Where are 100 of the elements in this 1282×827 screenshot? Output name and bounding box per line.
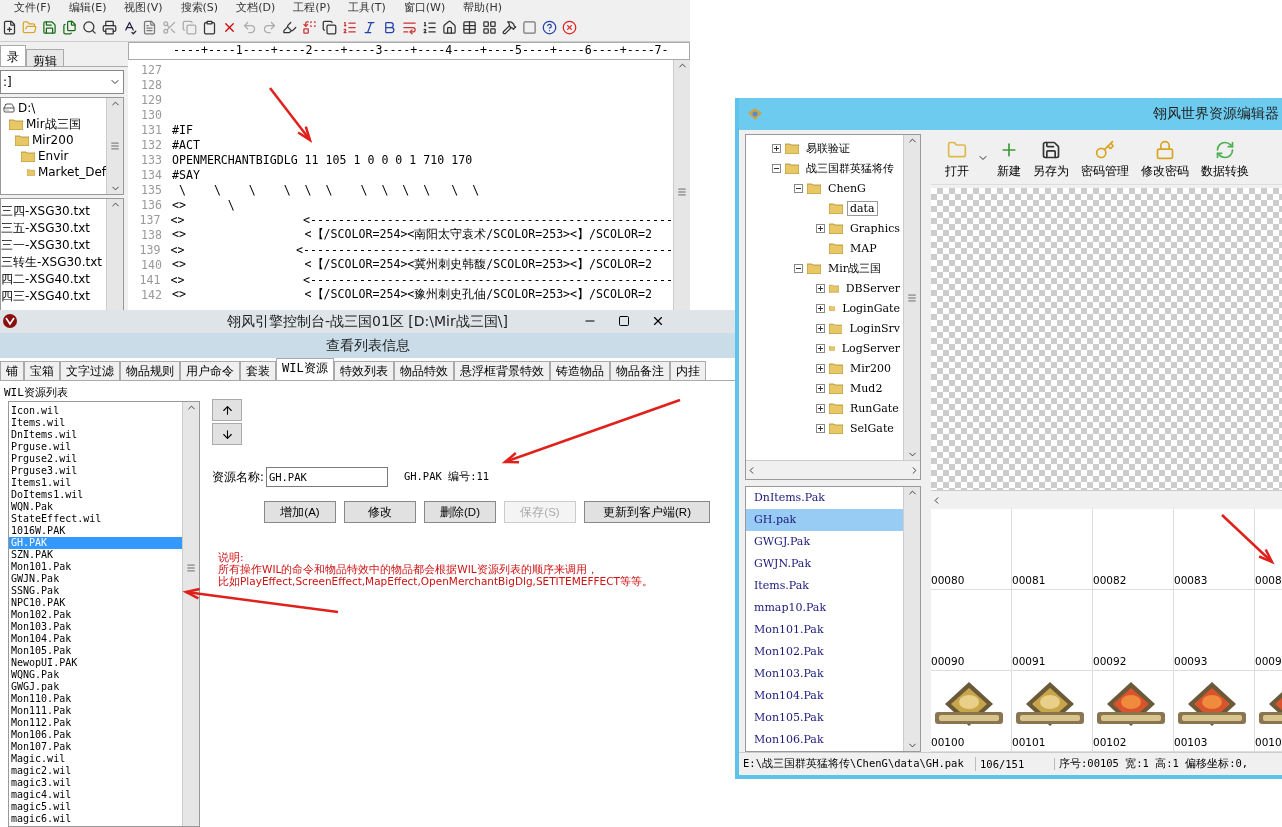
tab[interactable]: WIL资源 <box>276 358 334 380</box>
expand-icon[interactable] <box>816 343 825 353</box>
tree-item[interactable]: LogServer <box>838 340 903 356</box>
tree-item[interactable]: data <box>847 200 878 216</box>
tab[interactable]: 用户命令 <box>180 361 240 380</box>
spell-check-icon[interactable] <box>122 19 137 35</box>
list-item[interactable]: GWJN.Pak <box>9 573 182 585</box>
tree-item[interactable]: D:\ <box>18 101 36 115</box>
expand-icon[interactable] <box>816 403 825 413</box>
file-item[interactable]: GH.pak <box>746 509 903 531</box>
wrap-text-icon[interactable] <box>402 19 417 35</box>
menu-item[interactable]: 工程(P) <box>293 2 331 13</box>
action-button[interactable]: 更新到客户端(R) <box>584 501 710 523</box>
file-item[interactable]: 三五-XSG30.txt <box>1 220 91 237</box>
printer-icon[interactable] <box>102 19 117 35</box>
close-icon[interactable] <box>651 314 665 328</box>
help-icon[interactable] <box>542 19 557 35</box>
list-item[interactable]: 1016W.PAK <box>9 525 182 537</box>
tree-item[interactable]: 易联验证 <box>803 139 853 157</box>
menu-item[interactable]: 帮助(H) <box>463 2 503 13</box>
file-item[interactable]: GWJN.Pak <box>746 553 903 575</box>
file-item[interactable]: 四二-XSG40.txt <box>1 271 91 288</box>
tree-item[interactable]: LoginSrv <box>846 320 903 336</box>
arrow-up-icon[interactable] <box>220 403 234 417</box>
expand-icon[interactable] <box>816 383 825 393</box>
toolbar-button[interactable]: 另存为 <box>1029 140 1073 184</box>
tab[interactable]: 物品备注 <box>609 361 670 380</box>
move-up-button[interactable] <box>212 399 242 421</box>
menu-item[interactable]: 窗口(W) <box>403 2 446 13</box>
file-item[interactable]: Mon104.Pak <box>746 685 903 707</box>
tree-item[interactable]: LoginGate <box>839 300 903 316</box>
list-item[interactable]: Prguse2.wil <box>9 453 182 465</box>
collapse-icon[interactable] <box>794 183 803 193</box>
expand-icon[interactable] <box>816 323 825 333</box>
action-button[interactable]: 增加(A) <box>264 501 336 523</box>
tab[interactable]: 套装 <box>240 361 276 380</box>
list-item[interactable]: Items1.wil <box>9 477 182 489</box>
menu-item[interactable]: 文件(F) <box>14 2 51 13</box>
file-item[interactable]: 三一-XSG30.txt <box>1 237 91 254</box>
scroll-thumb-icon[interactable] <box>907 292 917 303</box>
file-item[interactable]: Mon106.Pak <box>746 729 903 751</box>
scroll-thumb-icon[interactable] <box>110 141 120 151</box>
expand-icon[interactable] <box>772 143 781 153</box>
list-item[interactable]: Mon106.Pak <box>9 729 182 741</box>
action-button[interactable]: 删除(D) <box>424 501 496 523</box>
action-button[interactable]: 修改 <box>344 501 416 523</box>
list-item[interactable]: WQN.Pak <box>9 501 182 513</box>
list-item[interactable]: Mon107.Pak <box>9 741 182 753</box>
expand-icon[interactable] <box>816 223 825 233</box>
file-item[interactable]: Mon101.Pak <box>746 619 903 641</box>
tab[interactable]: 宝箱 <box>24 361 60 380</box>
tab[interactable]: 录 <box>0 45 26 66</box>
maximize-icon[interactable] <box>618 315 630 327</box>
file-item[interactable]: 四三-XSG40.txt <box>1 288 91 305</box>
list-item[interactable]: StateEffect.wil <box>9 513 182 525</box>
list-item[interactable]: Mon102.Pak <box>9 609 182 621</box>
arrow-down-icon[interactable] <box>220 427 234 441</box>
tree-item[interactable]: Mir战三国 <box>825 259 885 277</box>
tab[interactable]: 铸造物品 <box>549 361 610 380</box>
list-item[interactable]: magic5.wil <box>9 801 182 813</box>
home-icon[interactable] <box>442 19 457 35</box>
file-item[interactable]: mmap10.Pak <box>746 597 903 619</box>
new-file-icon[interactable] <box>2 19 17 35</box>
list-item[interactable]: GWGJ.pak <box>9 681 182 693</box>
list-item[interactable]: WQNG.Pak <box>9 669 182 681</box>
list-item[interactable]: Prguse3.wil <box>9 465 182 477</box>
toolbar-button[interactable]: 打开 <box>941 140 973 184</box>
list-item[interactable]: DnItems.wil <box>9 429 182 441</box>
drive-icon[interactable] <box>3 102 15 114</box>
collapse-icon[interactable] <box>772 163 781 173</box>
table-icon[interactable] <box>462 19 477 35</box>
duplicate-icon[interactable] <box>322 19 337 35</box>
tree-item[interactable]: 战三国群英猛将传 <box>803 159 897 177</box>
list-item[interactable]: Mon105.Pak <box>9 645 182 657</box>
toolbar-button[interactable]: 新建 <box>993 140 1025 184</box>
file-item[interactable]: Mon103.Pak <box>746 663 903 685</box>
document-icon[interactable] <box>142 19 157 35</box>
toolbar-button[interactable]: 密码管理 <box>1077 140 1133 184</box>
list-item[interactable]: SSNG.Pak <box>9 585 182 597</box>
tree-item[interactable]: Mir战三国 <box>26 115 81 133</box>
list-item[interactable]: Magic.wil <box>9 753 182 765</box>
list-item[interactable]: DoItems1.wil <box>9 489 182 501</box>
tab[interactable]: 内挂 <box>669 361 706 380</box>
drive-select[interactable]: :] <box>0 70 124 94</box>
tree-item[interactable]: Mir200 <box>32 133 74 147</box>
tab[interactable]: 文字过滤 <box>60 361 120 380</box>
grid-icon[interactable] <box>482 19 497 35</box>
tree-item[interactable]: Market_Def <box>37 165 106 179</box>
clipboard-icon[interactable] <box>202 19 217 35</box>
name-field[interactable]: GH.PAK <box>265 467 388 487</box>
file-item[interactable]: 三转生-XSG30.txt <box>1 254 103 271</box>
tab[interactable]: 特效列表 <box>333 361 394 380</box>
list-item[interactable]: Mon104.Pak <box>9 633 182 645</box>
list-item[interactable]: Icon.wil <box>9 405 182 417</box>
list-item[interactable]: Mon110.Pak <box>9 693 182 705</box>
close-circle-icon[interactable] <box>562 19 577 35</box>
toolbar-button[interactable]: 数据转换 <box>1197 140 1253 184</box>
menu-item[interactable]: 文档(D) <box>236 2 276 13</box>
list-item[interactable]: Items.wil <box>9 417 182 429</box>
tree-item[interactable]: Envir <box>38 149 69 163</box>
